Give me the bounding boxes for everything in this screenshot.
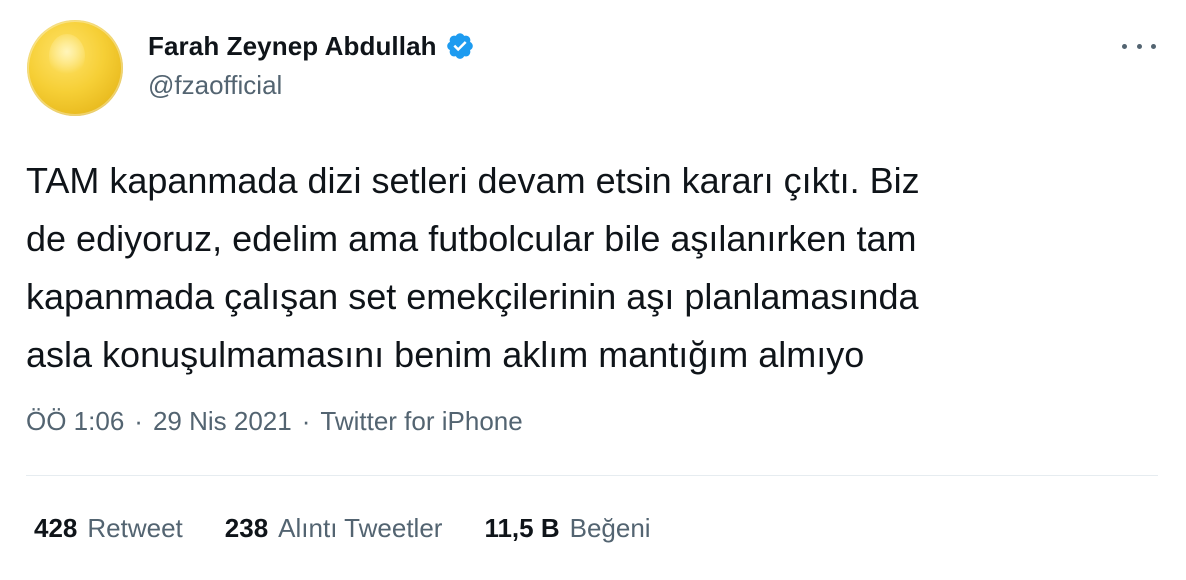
ellipsis-dot — [1136, 43, 1142, 49]
tweet-meta: ÖÖ 1:06 · 29 Nis 2021 · Twitter for iPho… — [26, 406, 523, 437]
tweet-date[interactable]: 29 Nis 2021 — [153, 406, 292, 437]
stat-label: Retweet — [87, 513, 183, 543]
meta-separator: · — [134, 406, 143, 436]
tweet-time[interactable]: ÖÖ 1:06 — [26, 406, 124, 437]
quote-tweets-stat[interactable]: 238 Alıntı Tweetler — [225, 513, 443, 544]
engagement-stats: 428 Retweet 238 Alıntı Tweetler 11,5 B B… — [34, 513, 693, 544]
retweet-stat[interactable]: 428 Retweet — [34, 513, 183, 544]
ellipsis-icon[interactable] — [1122, 36, 1156, 56]
avatar[interactable] — [27, 20, 123, 116]
author-handle[interactable]: @fzaofficial — [148, 70, 282, 101]
meta-separator: · — [301, 406, 311, 436]
tweet-card: Farah Zeynep Abdullah @fzaofficial TAM k… — [0, 0, 1186, 580]
stat-count: 428 — [34, 513, 78, 543]
divider — [26, 475, 1158, 476]
tweet-source[interactable]: Twitter for iPhone — [320, 406, 522, 437]
avatar-highlight — [49, 34, 85, 78]
stat-label: Alıntı Tweetler — [278, 513, 443, 543]
verified-badge-icon — [446, 33, 473, 59]
author-name-row: Farah Zeynep Abdullah — [148, 28, 475, 64]
stat-count: 11,5 B — [484, 513, 560, 543]
tweet-text: TAM kapanmada dizi setleri devam etsin k… — [26, 160, 920, 375]
stat-label: Beğeni — [569, 513, 651, 543]
stat-count: 238 — [224, 513, 269, 543]
author-display-name[interactable]: Farah Zeynep Abdullah — [148, 31, 437, 62]
ellipsis-dot — [1151, 43, 1156, 49]
likes-stat[interactable]: 11,5 B Beğeni — [484, 513, 650, 544]
ellipsis-dot — [1122, 43, 1127, 49]
